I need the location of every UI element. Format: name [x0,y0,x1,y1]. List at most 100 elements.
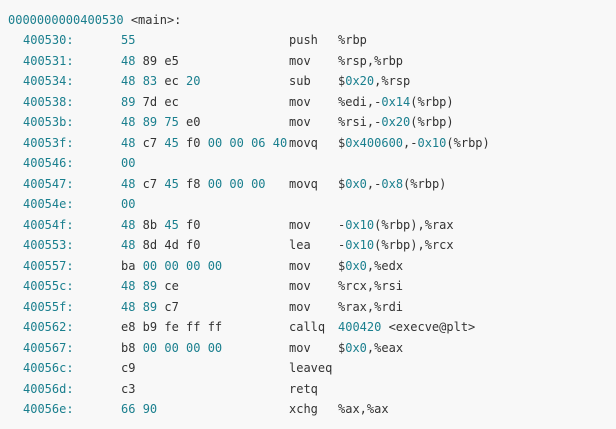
instruction-operands: $0x20,%rsp [338,71,410,92]
instruction-bytes: 89 7d ec [121,92,179,113]
byte-segment: 48 [121,74,136,88]
byte-segment: 89 [121,94,136,109]
operand-segment: <execve@plt> [381,320,476,334]
instruction-address: 40056d: [23,381,74,396]
operand-segment: 0x0 [345,258,367,273]
operand-segment: 0x20 [345,74,375,88]
instruction-operands: %edi,-0x14(%rbp) [338,92,454,113]
instruction-row: 400547: 48 c7 45 f8 00 00 00 movq $0x0,-0x8… [0,174,616,195]
instruction-address: 400531: [23,53,74,68]
operand-segment: 0x0 [345,340,367,355]
byte-segment: 48 [121,176,136,191]
instruction-address: 400553: [23,238,74,252]
operand-segment: 0x400600 [345,135,404,150]
instruction-address: 40055f: [23,299,74,314]
instruction-address: 400557: [23,258,74,273]
byte-segment: 7d ec [135,94,179,109]
operand-segment: (%rbp),%rcx [374,238,454,252]
byte-segment: c7 [157,299,179,314]
byte-segment: 89 [142,299,158,314]
instruction-operands: %rsi,-0x20(%rbp) [338,112,454,133]
instruction-row: 40055f: 48 89 c7 mov %rax,%rdi [0,297,616,318]
instruction-address: 400546: [23,156,74,170]
operand-segment: %ax,%ax [338,402,389,416]
operand-segment: 0x0 [345,176,367,191]
instruction-mnemonic: mov [289,217,311,232]
byte-segment: 48 [121,299,136,314]
instruction-bytes: 48 89 ce [121,276,179,297]
byte-segment: e0 [178,115,201,129]
instruction-mnemonic: leaveq [289,361,333,375]
instruction-mnemonic: xchg [289,402,318,416]
instruction-row: 400557: ba 00 00 00 00 mov $0x0,%edx [0,256,616,277]
byte-segment: 83 [142,74,158,88]
instruction-operands: -0x10(%rbp),%rax [338,215,454,236]
instruction-bytes: 48 8b 45 f0 [121,215,201,236]
instruction-bytes: 48 89 75 e0 [121,112,201,133]
instruction-operands: %rcx,%rsi [338,276,403,297]
byte-segment: 89 e5 [135,53,179,68]
instruction-bytes: 00 [121,153,135,174]
byte-segment: ce [157,279,179,293]
operand-segment: %rbp [338,33,367,47]
operand-segment: (%rbp),%rax [374,217,454,232]
operand-segment: ,- [403,135,418,150]
instruction-operands: -0x10(%rbp),%rcx [338,235,454,256]
instruction-mnemonic: sub [289,74,311,88]
instruction-address: 400562: [23,320,74,334]
byte-segment: ba [121,258,143,273]
instruction-row: 40053f: 48 c7 45 f0 00 00 06 40 movq $0x400… [0,133,616,154]
instruction-mnemonic: callq [289,320,326,334]
byte-segment: 00 00 00 00 [142,258,223,273]
byte-segment: 48 [121,135,136,150]
operand-segment: (%rbp) [446,135,490,150]
byte-segment: 8b [135,217,165,232]
disassembly-listing: 0000000000400530 <main>: 400530: 55 push %r… [0,0,616,429]
instruction-operands: %rax,%rdi [338,297,403,318]
instruction-bytes: b8 00 00 00 00 [121,338,222,359]
instruction-address: 40054f: [23,217,74,232]
instruction-bytes: 48 c7 45 f8 00 00 00 [121,174,266,195]
instruction-address: 40053b: [23,115,74,129]
operand-segment: 400420 [338,320,382,334]
function-header: 0000000000400530 <main>: [0,10,616,30]
instruction-mnemonic: mov [289,279,311,293]
instruction-bytes: c3 [121,379,135,400]
operand-segment: ,%eax [366,340,404,355]
instruction-row: 400534: 48 83 ec 20 sub $0x20,%rsp [0,71,616,92]
operand-segment: %edi,- [338,94,382,109]
byte-segment: f0 [178,135,208,150]
byte-segment: 00 00 00 00 [142,340,223,355]
instruction-row: 40056e: 66 90 xchg %ax,%ax [0,399,616,420]
byte-segment: b8 [121,340,143,355]
function-address: 0000000000400530 [8,13,124,27]
operand-segment: %rcx,%rsi [338,279,404,293]
operand-segment: ,%edx [366,258,404,273]
instruction-mnemonic: mov [289,94,311,109]
operand-segment: 0x10 [345,217,375,232]
instruction-mnemonic: mov [289,115,311,129]
instruction-bytes: c9 [121,358,135,379]
instruction-operands: $0x0,%eax [338,338,403,359]
instruction-row: 40054f: 48 8b 45 f0 mov -0x10(%rbp),%rax [0,215,616,236]
instruction-bytes: 48 8d 4d f0 [121,235,200,256]
instruction-operands: $0x0,-0x8(%rbp) [338,174,446,195]
instruction-bytes: 48 89 c7 [121,297,179,318]
byte-segment: 48 [121,279,136,293]
byte-segment: 00 00 06 40 [207,135,288,150]
operand-segment: %rax,%rdi [338,299,404,314]
byte-segment: 00 [121,156,136,170]
operand-segment: 0x10 [417,135,447,150]
instruction-mnemonic: movq [289,176,318,191]
byte-segment: 00 00 00 [207,176,266,191]
function-header-text: 0000000000400530 <main>: [8,10,181,31]
byte-segment: 48 [121,53,136,68]
byte-segment: 89 [142,279,158,293]
instruction-row: 400531: 48 89 e5 mov %rsp,%rbp [0,51,616,72]
byte-segment: c9 [121,361,136,375]
instruction-bytes: ba 00 00 00 00 [121,256,222,277]
instruction-mnemonic: mov [289,299,311,314]
instruction-operands: %rsp,%rbp [338,51,403,72]
instruction-address: 400534: [23,74,74,88]
operand-segment: (%rbp) [410,115,454,129]
